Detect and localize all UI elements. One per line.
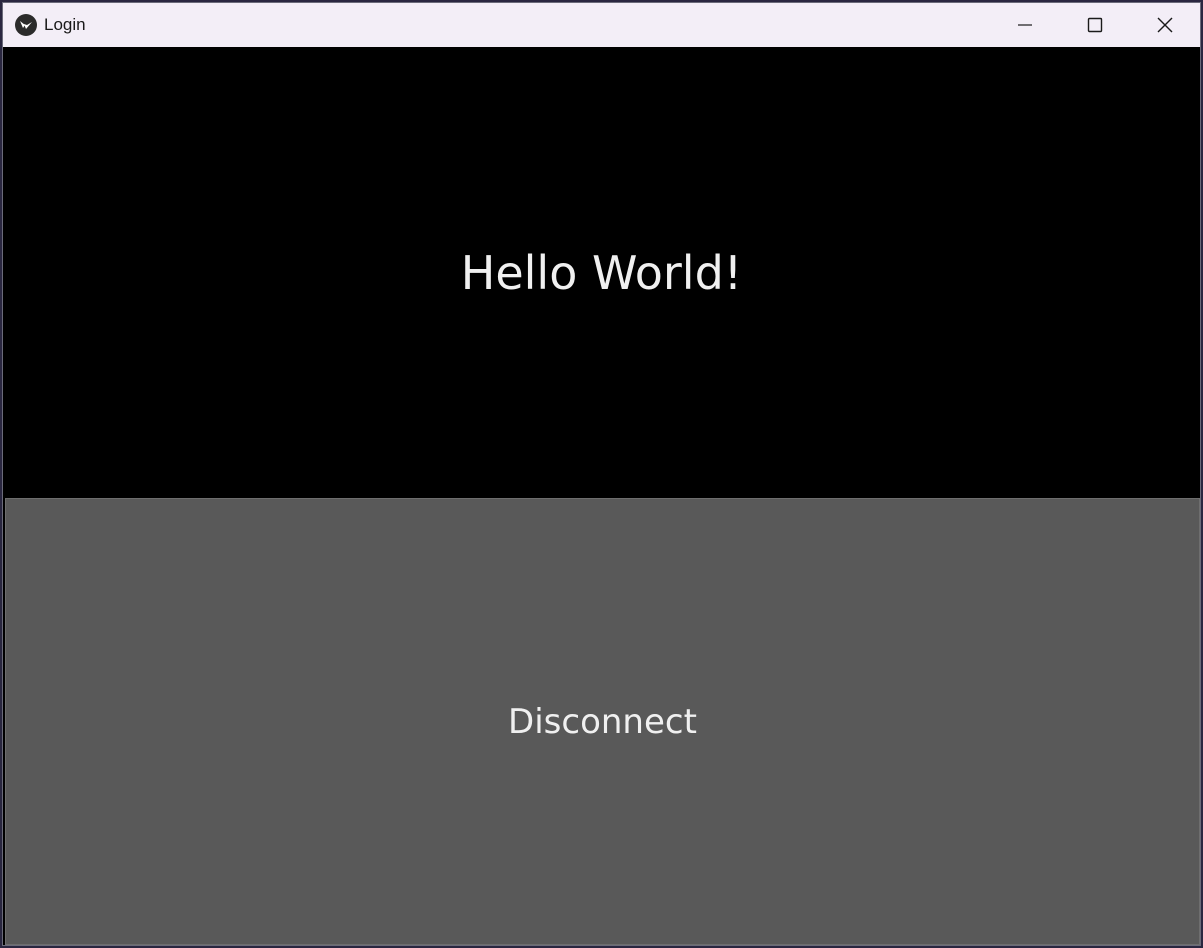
app-window: Login Hello World! Disconnect	[2, 2, 1201, 946]
minimize-button[interactable]	[990, 3, 1060, 47]
close-button[interactable]	[1130, 3, 1200, 47]
window-controls	[990, 3, 1200, 47]
window-title: Login	[44, 15, 86, 34]
maximize-icon	[1087, 17, 1103, 33]
disconnect-button-label: Disconnect	[508, 701, 697, 742]
greeting-area: Hello World!	[3, 47, 1200, 498]
maximize-button[interactable]	[1060, 3, 1130, 47]
kivy-logo-icon	[15, 14, 37, 36]
title-bar[interactable]: Login	[3, 3, 1200, 47]
disconnect-button[interactable]: Disconnect	[5, 498, 1200, 945]
close-icon	[1157, 17, 1173, 33]
app-content: Hello World! Disconnect	[3, 47, 1200, 945]
greeting-label: Hello World!	[460, 245, 743, 300]
minimize-icon	[1018, 24, 1032, 26]
